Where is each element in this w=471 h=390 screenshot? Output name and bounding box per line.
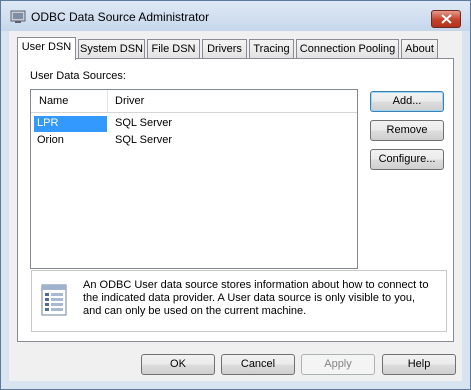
row-name: Orion [37, 134, 64, 146]
list-header: Name Driver [31, 90, 357, 113]
help-button[interactable]: Help [382, 354, 456, 375]
row-name: LPR [37, 117, 59, 129]
tab-connection-pooling[interactable]: Connection Pooling [296, 39, 399, 58]
column-header-driver[interactable]: Driver [115, 95, 144, 107]
info-line: An ODBC User data source stores informat… [83, 279, 429, 291]
info-line: and can only be used on the current mach… [83, 305, 307, 317]
tab-user-dsn[interactable]: User DSN [17, 37, 76, 60]
selection-highlight: LPR [34, 116, 107, 132]
tab-system-dsn[interactable]: System DSN [78, 39, 145, 58]
info-line: the indicated data provider. A User data… [83, 292, 416, 304]
ok-button[interactable]: OK [141, 354, 215, 375]
tab-drivers[interactable]: Drivers [202, 39, 247, 58]
row-driver: SQL Server [115, 117, 173, 129]
column-header-name[interactable]: Name [39, 95, 68, 107]
remove-button[interactable]: Remove [370, 120, 444, 141]
tab-file-dsn[interactable]: File DSN [147, 39, 200, 58]
list-item[interactable]: Orion SQL Server [31, 133, 357, 149]
window-title: ODBC Data Source Administrator [31, 10, 210, 24]
close-button[interactable] [431, 10, 461, 28]
data-source-info-icon [41, 284, 67, 316]
apply-button[interactable]: Apply [301, 354, 375, 375]
add-button[interactable]: Add... [370, 91, 444, 112]
user-data-sources-label: User Data Sources: [30, 70, 126, 82]
data-sources-list[interactable]: Name Driver LPR SQL Server Orion SQL Ser… [30, 89, 358, 269]
configure-button[interactable]: Configure... [370, 149, 444, 170]
odbc-app-icon [10, 10, 26, 23]
cancel-button[interactable]: Cancel [221, 354, 295, 375]
list-item[interactable]: LPR SQL Server [31, 116, 357, 132]
close-icon [441, 14, 452, 24]
tab-tracing[interactable]: Tracing [249, 39, 294, 58]
info-text: An ODBC User data source stores informat… [83, 279, 443, 318]
title-bar[interactable]: ODBC Data Source Administrator [1, 1, 470, 31]
row-driver: SQL Server [115, 134, 173, 146]
odbc-admin-window: ODBC Data Source Administrator User DSN … [0, 0, 471, 390]
column-divider[interactable] [107, 90, 108, 112]
info-panel: An ODBC User data source stores informat… [31, 270, 447, 332]
tab-about[interactable]: About [401, 39, 438, 58]
